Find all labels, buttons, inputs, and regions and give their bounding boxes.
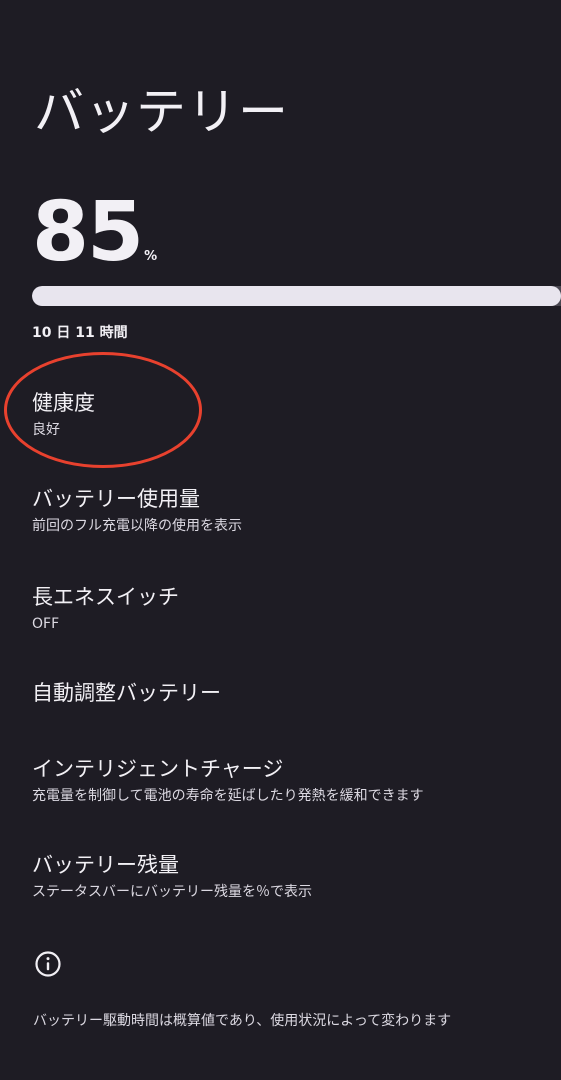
time-remaining: 10 日 11 時間 (32, 325, 128, 341)
setting-item-intelligent-charge[interactable]: インテリジェントチャージ 充電量を制御して電池の寿命を延ばしたり発熱を緩和できま… (32, 754, 549, 807)
setting-title: インテリジェントチャージ (32, 757, 284, 781)
battery-level-bar-fill (32, 286, 561, 306)
setting-title: 長エネスイッチ (32, 585, 179, 609)
setting-subtitle: 前回のフル充電以降の使用を表示 (32, 518, 242, 534)
setting-item-eco-switch[interactable]: 長エネスイッチ OFF (32, 582, 549, 635)
setting-subtitle: ステータスバーにバッテリー残量を％で表示 (32, 884, 312, 900)
setting-title: バッテリー使用量 (32, 487, 200, 511)
setting-subtitle: 充電量を制御して電池の寿命を延ばしたり発熱を緩和できます (32, 788, 424, 804)
battery-level-bar (32, 286, 561, 306)
setting-subtitle: OFF (32, 616, 60, 632)
setting-item-adaptive-battery[interactable]: 自動調整バッテリー (32, 678, 549, 708)
info-icon (34, 950, 62, 978)
battery-level: 85% (32, 188, 157, 278)
footer-note: バッテリー駆動時間は概算値であり、使用状況によって変わります (33, 1013, 452, 1029)
setting-title: 健康度 (32, 391, 95, 415)
setting-subtitle: 良好 (32, 422, 60, 438)
setting-title: バッテリー残量 (32, 853, 179, 877)
setting-title: 自動調整バッテリー (32, 681, 221, 705)
setting-item-battery-usage[interactable]: バッテリー使用量 前回のフル充電以降の使用を表示 (32, 484, 549, 537)
setting-item-battery-percentage[interactable]: バッテリー残量 ステータスバーにバッテリー残量を％で表示 (32, 850, 549, 903)
battery-level-unit: % (144, 249, 158, 264)
page-title: バッテリー (34, 83, 289, 141)
setting-item-health[interactable]: 健康度 良好 (32, 388, 549, 441)
battery-level-value: 85 (32, 185, 144, 280)
